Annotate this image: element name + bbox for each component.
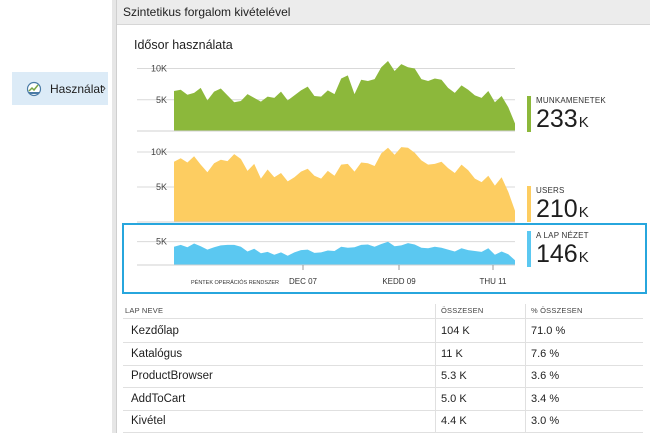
- kpi-sessions-bar: [527, 96, 531, 132]
- percent-cell: 3.4 %: [531, 392, 560, 405]
- pageviews-selection-outline: [122, 223, 647, 294]
- page-name-cell: Kezdőlap: [131, 325, 179, 337]
- series-area-0: [174, 61, 515, 131]
- table-row[interactable]: Kivétel 4.4 K 3.0 %: [123, 410, 643, 432]
- y-tick-label: 5K: [156, 95, 167, 105]
- total-cell: 5.3 K: [441, 370, 467, 382]
- page-name-cell: Kivétel: [131, 415, 166, 427]
- kpi-users-unit: K: [578, 204, 589, 221]
- grid-header-page-name[interactable]: LAP NEVE: [125, 306, 163, 315]
- kpi-sessions-label: MUNKAMENETEK: [536, 96, 606, 105]
- series-area-1: [174, 147, 515, 222]
- chevron-right-icon: ›: [101, 80, 106, 95]
- table-row[interactable]: Kezdőlap 104 K 71.0 %: [123, 320, 643, 342]
- kpi-sessions-value: 233K: [536, 105, 589, 134]
- percent-cell: 3.0 %: [531, 415, 560, 427]
- kpi-users-value: 210K: [536, 195, 589, 224]
- y-tick-label: 10K: [151, 64, 167, 74]
- table-row[interactable]: AddToCart 5.0 K 3.4 %: [123, 388, 643, 410]
- total-cell: 11 K: [441, 347, 463, 360]
- left-pane: Használat ›: [0, 0, 112, 433]
- usage-blade: Szintetikus forgalom kivételével Idősor …: [117, 0, 650, 433]
- page-name-cell: Katalógus: [131, 347, 183, 360]
- nav-item-label: Használat: [50, 81, 104, 96]
- total-cell: 104 K: [441, 325, 470, 337]
- percent-cell: 3.6 %: [531, 370, 560, 382]
- kpi-users-label: USERS: [536, 186, 565, 195]
- kpi-sessions-number: 233: [536, 105, 578, 133]
- y-tick-label: 10K: [151, 147, 167, 157]
- table-row[interactable]: Katalógus 11 K 7.6 %: [123, 343, 643, 365]
- page-name-cell: AddToCart: [131, 392, 186, 405]
- usage-icon: [26, 81, 42, 97]
- table-row[interactable]: ProductBrowser 5.3 K 3.6 %: [123, 365, 643, 387]
- kpi-users-bar: [527, 186, 531, 222]
- kpi-users-number: 210: [536, 195, 578, 223]
- kpi-sessions-unit: K: [578, 114, 589, 131]
- grid-header-line: [123, 318, 643, 319]
- grid-header-percent[interactable]: % ÖSSZESEN: [531, 306, 583, 315]
- total-cell: 5.0 K: [441, 392, 467, 405]
- y-tick-label: 5K: [156, 182, 167, 192]
- percent-cell: 7.6 %: [531, 347, 560, 360]
- nav-item-usage[interactable]: Használat ›: [12, 72, 108, 105]
- page-name-cell: ProductBrowser: [131, 370, 213, 382]
- percent-cell: 71.0 %: [531, 325, 566, 337]
- grid-header-total[interactable]: ÖSSZESEN: [441, 306, 483, 315]
- total-cell: 4.4 K: [441, 415, 467, 427]
